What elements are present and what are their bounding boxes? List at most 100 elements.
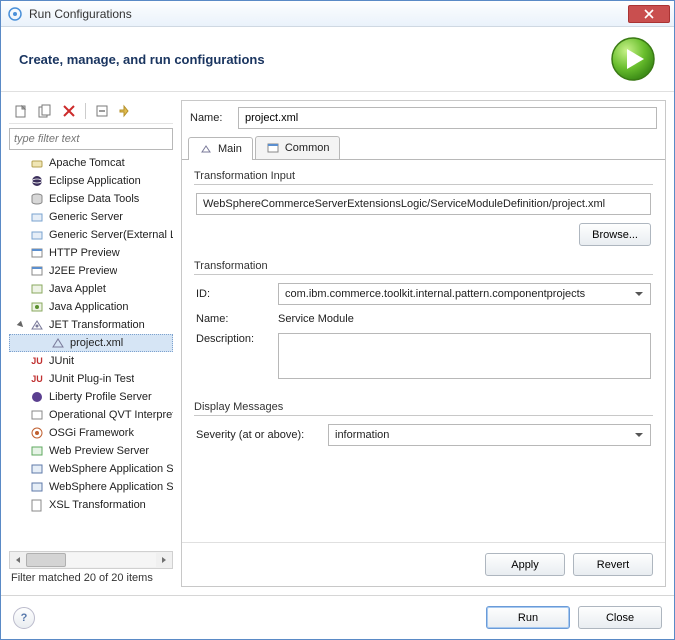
help-button[interactable]: ? [13,607,35,629]
tree-label: XSL Transformation [49,499,146,511]
tree-item[interactable]: WebSphere Application Server [9,460,173,478]
tree-item[interactable]: JUJUnit Plug-in Test [9,370,173,388]
fieldset-divider [194,184,653,185]
run-config-dialog: Run Configurations Create, manage, and r… [0,0,675,640]
liberty-icon [29,389,45,405]
tree-item[interactable]: XSL Transformation [9,496,173,514]
id-select[interactable]: com.ibm.commerce.toolkit.internal.patter… [278,283,651,305]
left-toolbar [9,100,173,124]
name-label: Name: [190,112,230,124]
new-config-button[interactable] [11,101,31,121]
name-row: Name: [182,101,665,135]
fieldset-divider [194,274,653,275]
run-button[interactable]: Run [486,606,570,629]
desc-label: Description: [196,333,266,345]
tree-label: Liberty Profile Server [49,391,152,403]
tree-item[interactable]: Eclipse Data Tools [9,190,173,208]
scroll-thumb[interactable] [26,553,66,567]
app-icon [7,6,23,22]
scroll-left-button[interactable] [10,552,26,568]
http-icon [29,245,45,261]
browse-button[interactable]: Browse... [579,223,651,246]
server-icon [29,155,45,171]
tname-label: Name: [196,313,266,325]
revert-button[interactable]: Revert [573,553,653,576]
severity-select[interactable]: information [328,424,651,446]
filter-button[interactable] [116,101,136,121]
tree-item[interactable]: OSGi Framework [9,424,173,442]
tree-item-project-xml[interactable]: project.xml [9,334,173,352]
jet-icon [50,335,66,351]
tab-label: Main [218,143,242,155]
name-input[interactable] [238,107,657,129]
tree-label: Eclipse Data Tools [49,193,139,205]
window-close-button[interactable] [628,5,670,23]
horizontal-scrollbar[interactable] [9,551,173,569]
fieldset-legend: Transformation [194,260,653,272]
display-messages-fieldset: Display Messages Severity (at or above):… [194,401,653,454]
tree-label: Generic Server [49,211,123,223]
tree-label: Generic Server(External Launch) [49,229,173,241]
config-tree[interactable]: Apache Tomcat Eclipse Application Eclips… [9,154,173,549]
collapse-all-button[interactable] [92,101,112,121]
tree-item[interactable]: Liberty Profile Server [9,388,173,406]
apply-button[interactable]: Apply [485,553,565,576]
content-area: Apache Tomcat Eclipse Application Eclips… [1,92,674,595]
scroll-right-button[interactable] [156,552,172,568]
tree-item[interactable]: WebSphere Application Server [9,478,173,496]
web-preview-icon [29,443,45,459]
run-big-icon [610,36,656,82]
filter-box [9,128,173,150]
tree-item[interactable]: Java Application [9,298,173,316]
right-panel: Name: Main Common Transformation Input [181,100,666,587]
transformation-input-path: WebSphereCommerceServerExtensionsLogic/S… [196,193,651,215]
eclipse-icon [29,173,45,189]
tree-item[interactable]: Web Preview Server [9,442,173,460]
fieldset-legend: Transformation Input [194,170,653,182]
tab-common[interactable]: Common [255,136,341,159]
tab-main-body: Transformation Input WebSphereCommerceSe… [182,160,665,542]
java-applet-icon [29,281,45,297]
expander-icon[interactable] [15,319,27,331]
tree-item[interactable]: Java Applet [9,280,173,298]
tree-label: WebSphere Application Server [49,463,173,475]
left-panel: Apache Tomcat Eclipse Application Eclips… [9,100,173,587]
scroll-track[interactable] [26,553,156,567]
websphere-icon [29,461,45,477]
filter-input[interactable] [9,128,173,150]
tab-label: Common [285,142,330,154]
id-value: com.ibm.commerce.toolkit.internal.patter… [285,288,585,300]
tree-label: JUnit Plug-in Test [49,373,134,385]
footer: ? Run Close [1,595,674,639]
database-icon [29,191,45,207]
tree-item[interactable]: JUJUnit [9,352,173,370]
tree-item-jet[interactable]: JET Transformation [9,316,173,334]
banner: Create, manage, and run configurations [1,27,674,92]
tree-item[interactable]: Eclipse Application [9,172,173,190]
tree-item[interactable]: Generic Server(External Launch) [9,226,173,244]
tree-item[interactable]: J2EE Preview [9,262,173,280]
server-icon [29,227,45,243]
websphere-icon [29,479,45,495]
tree-item[interactable]: Operational QVT Interpreter [9,406,173,424]
tree-item[interactable]: Generic Server [9,208,173,226]
transformation-input-fieldset: Transformation Input WebSphereCommerceSe… [194,170,653,246]
tree-label: JUnit [49,355,74,367]
close-button[interactable]: Close [578,606,662,629]
filter-status: Filter matched 20 of 20 items [9,569,173,587]
tree-label: project.xml [70,337,123,349]
tab-bar: Main Common [182,135,665,160]
delete-config-button[interactable] [59,101,79,121]
tname-value: Service Module [278,313,651,325]
severity-value: information [335,429,389,441]
tree-label: Operational QVT Interpreter [49,409,173,421]
tree-label: JET Transformation [49,319,145,331]
banner-title: Create, manage, and run configurations [19,52,610,67]
apply-revert-row: Apply Revert [182,542,665,586]
duplicate-config-button[interactable] [35,101,55,121]
desc-textarea[interactable] [278,333,651,379]
common-tab-icon [266,141,280,155]
tab-main[interactable]: Main [188,137,253,160]
tree-item[interactable]: Apache Tomcat [9,154,173,172]
tree-item[interactable]: HTTP Preview [9,244,173,262]
